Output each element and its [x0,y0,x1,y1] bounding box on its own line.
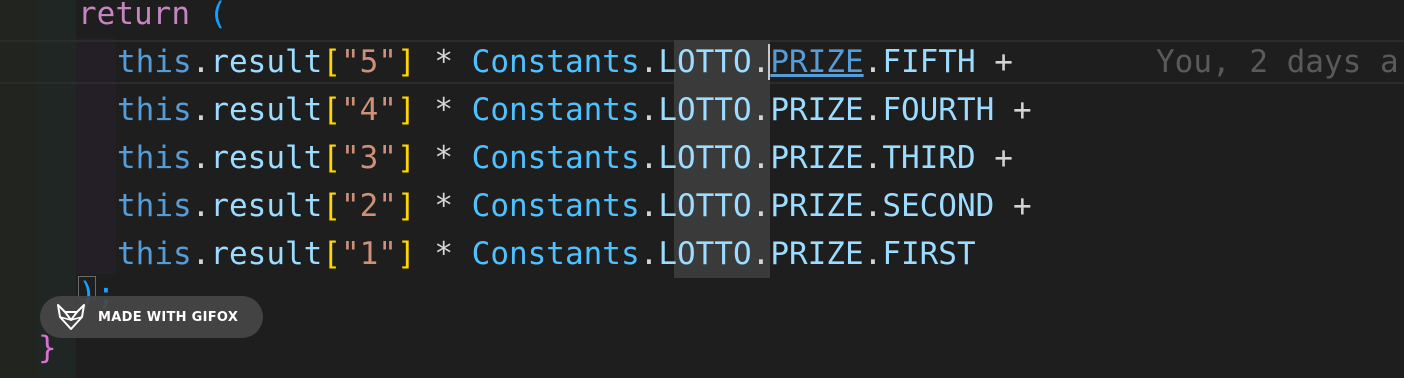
lotto-constant: LOTTO [658,92,752,128]
prize-constant-link[interactable]: PRIZE [770,44,863,80]
code-line-first[interactable]: this.result["1"] * Constants.LOTTO.PRIZE… [117,232,976,276]
prize-constant: PRIZE [770,92,864,128]
watermark-label: MADE WITH GIFOX [98,309,239,325]
string-literal: "5" [340,44,397,80]
dot: . [639,92,659,128]
this-keyword: this [117,236,192,272]
rank-constant: FIFTH [882,44,976,80]
lotto-constant: LOTTO [658,236,752,272]
text-cursor [768,44,770,80]
close-bracket: ] [396,92,416,128]
result-property: result [210,44,323,80]
plus-operator: + [994,188,1032,224]
constants-class: Constants [471,92,640,128]
code-line-second[interactable]: this.result["2"] * Constants.LOTTO.PRIZE… [117,184,1032,228]
plus-operator: + [975,44,1013,80]
git-blame-annotation: You, 2 days a [1156,44,1399,80]
prize-constant: PRIZE [770,236,864,272]
plus-operator: + [975,140,1013,176]
lotto-constant: LOTTO [658,44,752,80]
dot: . [191,236,211,272]
this-keyword: this [117,44,192,80]
close-bracket: ] [396,44,416,80]
open-bracket: [ [322,236,341,272]
close-bracket: ] [396,140,416,176]
constants-class: Constants [471,44,640,80]
dot: . [191,44,211,80]
multiply-operator: * [415,188,472,224]
dot: . [863,44,883,80]
result-property: result [210,188,323,224]
this-keyword: this [117,188,192,224]
open-bracket: [ [322,44,341,80]
dot: . [191,92,211,128]
plus-operator: + [994,92,1032,128]
prize-constant: PRIZE [770,188,864,224]
string-literal: "2" [340,188,397,224]
dot: . [639,236,659,272]
rank-constant: FIRST [882,236,976,272]
open-bracket: [ [322,140,341,176]
dot: . [863,236,883,272]
code-line-fourth[interactable]: this.result["4"] * Constants.LOTTO.PRIZE… [117,88,1032,132]
dot: . [751,236,771,272]
fox-head-icon [56,303,86,331]
dot: . [751,188,771,224]
open-bracket: [ [322,188,341,224]
multiply-operator: * [415,236,472,272]
this-keyword: this [117,92,192,128]
result-property: result [210,236,323,272]
result-property: result [210,140,323,176]
dot: . [639,188,659,224]
close-bracket: ] [396,188,416,224]
lotto-constant: LOTTO [658,140,752,176]
constants-class: Constants [471,236,640,272]
open-bracket: [ [322,92,341,128]
dot: . [751,92,771,128]
return-keyword: return [78,0,190,32]
close-bracket: ] [396,236,416,272]
multiply-operator: * [415,44,472,80]
multiply-operator: * [415,92,472,128]
code-line-third[interactable]: this.result["3"] * Constants.LOTTO.PRIZE… [117,136,1013,180]
rank-constant: THIRD [882,140,976,176]
string-literal: "1" [340,236,397,272]
string-literal: "4" [340,92,397,128]
dot: . [863,188,883,224]
code-line-fifth[interactable]: this.result["5"] * Constants.LOTTO.PRIZE… [117,40,1013,84]
dot: . [639,140,659,176]
string-literal: "3" [340,140,397,176]
open-paren: ( [208,0,228,32]
multiply-operator: * [415,140,472,176]
prize-constant: PRIZE [770,140,864,176]
result-property: result [210,92,323,128]
rank-constant: SECOND [882,188,995,224]
rank-constant: FOURTH [882,92,995,128]
dot: . [863,92,883,128]
dot: . [191,140,211,176]
constants-class: Constants [471,188,640,224]
this-keyword: this [117,140,192,176]
code-line-return[interactable]: return ( [78,0,227,36]
lotto-constant: LOTTO [658,188,752,224]
gifox-watermark: MADE WITH GIFOX [40,296,263,338]
dot: . [751,140,771,176]
code-editor[interactable]: return ( this.result["5"] * Constants.LO… [0,0,1404,378]
dot: . [863,140,883,176]
constants-class: Constants [471,140,640,176]
dot: . [191,188,211,224]
dot: . [639,44,659,80]
